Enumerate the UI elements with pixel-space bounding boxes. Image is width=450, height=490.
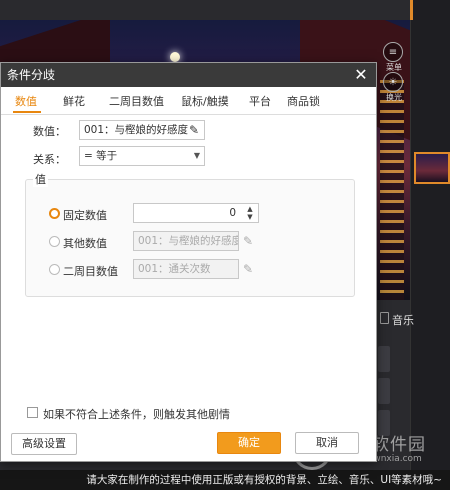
value-label: 数值： xyxy=(33,125,66,138)
second-round-text: 001：通关次数 xyxy=(138,263,211,275)
light-tool-label: 换光 xyxy=(386,93,402,102)
light-icon: ☀ xyxy=(383,72,403,92)
tab-mouse-touch[interactable]: 鼠标/触摸 xyxy=(181,93,229,109)
scene-moon xyxy=(170,52,180,62)
relation-label: 关系： xyxy=(33,153,66,166)
active-tab-indicator xyxy=(13,111,41,113)
fixed-value-text: 0 xyxy=(229,207,236,219)
scene-lanterns xyxy=(380,80,404,300)
spinner-icon[interactable]: ▲ ▼ xyxy=(244,205,256,221)
fixed-value-radio[interactable] xyxy=(49,208,60,219)
second-round-radio[interactable] xyxy=(49,264,60,275)
music-icon xyxy=(380,312,389,324)
editor-right-panel xyxy=(410,0,450,490)
other-value-field[interactable]: 001：与樫娘的好感度 xyxy=(133,231,239,251)
other-value-label: 其他数值 xyxy=(63,237,107,250)
pencil-icon[interactable]: ✎ xyxy=(239,232,257,250)
second-round-label: 二周目数值 xyxy=(63,265,118,278)
panel-button[interactable] xyxy=(378,346,390,372)
fixed-value-input[interactable]: 0 ▲ ▼ xyxy=(133,203,259,223)
cancel-button[interactable]: 取消 xyxy=(295,432,359,454)
value-group-legend: 值 xyxy=(33,171,48,187)
advanced-settings-button[interactable]: 高级设置 xyxy=(11,433,77,455)
panel-button[interactable] xyxy=(378,378,390,404)
menu-tool[interactable]: ≡ 菜单 xyxy=(383,42,405,73)
other-value-text: 001：与樫娘的好感度 xyxy=(138,235,239,247)
relation-select[interactable]: = 等于 ▼ xyxy=(79,146,205,166)
light-tool[interactable]: ☀ 换光 xyxy=(383,72,405,103)
pencil-icon[interactable]: ✎ xyxy=(239,260,257,278)
else-checkbox[interactable] xyxy=(27,407,38,418)
other-value-radio[interactable] xyxy=(49,236,60,247)
else-checkbox-label: 如果不符合上述条件，则触发其他剧情 xyxy=(43,408,230,421)
tab-bar: 数值 鲜花 二周目数值 鼠标/触摸 平台 商品锁 xyxy=(1,87,376,115)
dialog-title: 条件分歧 xyxy=(1,63,376,87)
condition-dialog: 条件分歧 ✕ 数值 鲜花 二周目数值 鼠标/触摸 平台 商品锁 数值： 001：… xyxy=(0,62,377,462)
second-round-field[interactable]: 001：通关次数 xyxy=(133,259,239,279)
music-tab[interactable]: 音乐 xyxy=(392,312,414,328)
bottom-notice: 请大家在制作的过程中使用正版或有授权的背景、立绘、音乐、UI等素材哦~ xyxy=(0,470,450,490)
tab-second-round[interactable]: 二周目数值 xyxy=(109,93,164,109)
ok-button[interactable]: 确定 xyxy=(217,432,281,454)
menu-icon: ≡ xyxy=(383,42,403,62)
scene-thumbnail[interactable] xyxy=(414,152,450,184)
pencil-icon[interactable]: ✎ xyxy=(185,121,203,139)
tab-flowers[interactable]: 鲜花 xyxy=(63,93,85,109)
menu-tool-label: 菜单 xyxy=(386,63,402,72)
value-field-text: 001：与樫娘的好感度 xyxy=(84,124,189,136)
fixed-value-label: 固定数值 xyxy=(63,209,107,222)
editor-accent-strip xyxy=(410,0,413,20)
tab-platform[interactable]: 平台 xyxy=(249,93,271,109)
relation-select-value: = 等于 xyxy=(84,150,118,162)
tab-value[interactable]: 数值 xyxy=(15,93,37,109)
close-icon[interactable]: ✕ xyxy=(352,65,370,85)
tab-product-lock[interactable]: 商品锁 xyxy=(287,93,320,109)
chevron-down-icon: ▼ xyxy=(193,151,200,160)
editor-top-strip xyxy=(0,0,410,20)
